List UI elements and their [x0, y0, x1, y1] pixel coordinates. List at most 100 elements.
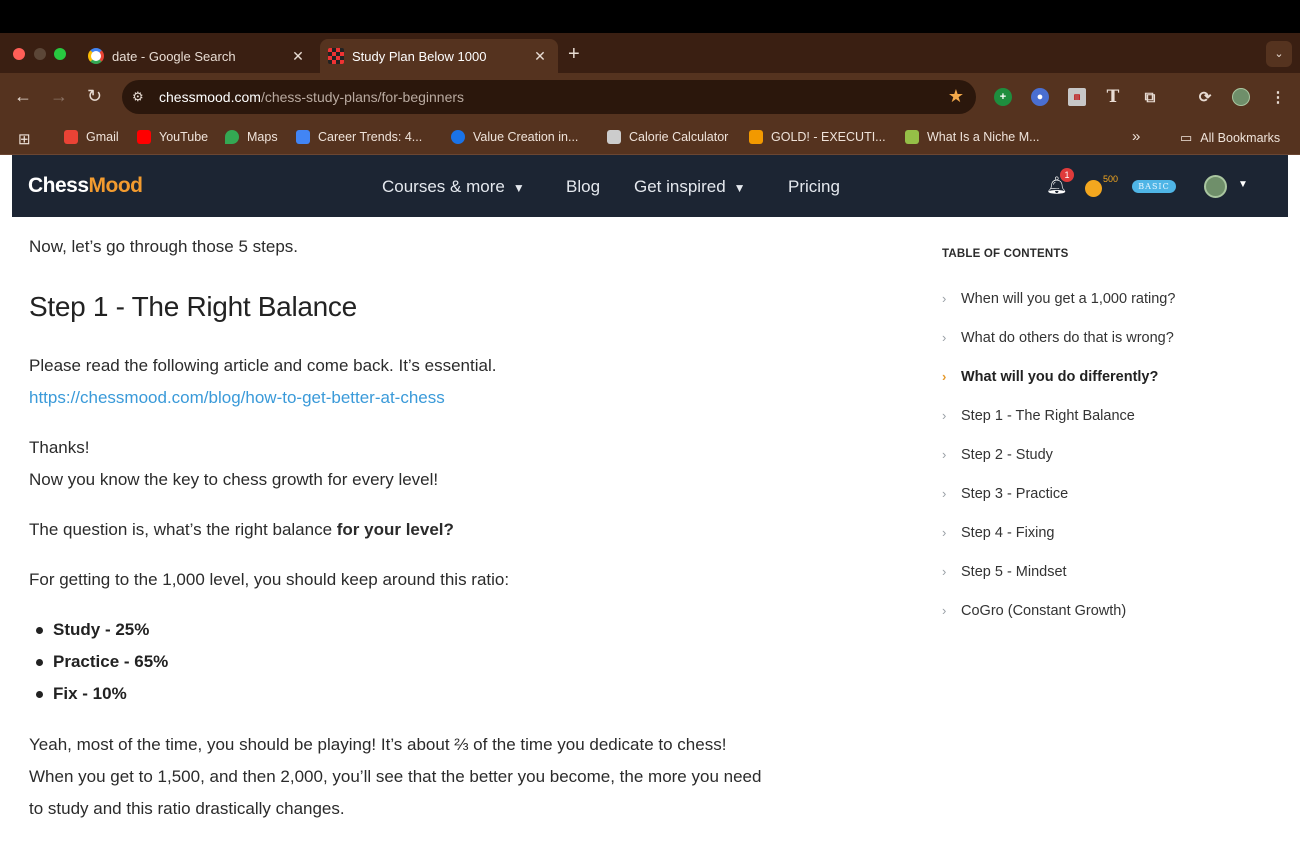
- list-item: Study - 25%: [35, 620, 150, 639]
- section-heading: Step 1 - The Right Balance: [29, 291, 357, 322]
- paragraph: to study and this ratio drastically chan…: [29, 799, 345, 818]
- shopping-bag-icon: [905, 130, 919, 144]
- toc-item-label: When will you get a 1,000 rating?: [961, 291, 1176, 307]
- toc-item[interactable]: › When will you get a 1,000 rating?: [942, 291, 1175, 307]
- chevron-right-icon: ›: [942, 564, 947, 579]
- extension-badge-icon[interactable]: ●: [1031, 88, 1049, 106]
- add-extension-icon[interactable]: +: [994, 88, 1012, 106]
- paragraph: Please read the following article and co…: [29, 356, 497, 375]
- toc-item[interactable]: › Step 4 - Fixing: [942, 525, 1055, 541]
- chevron-right-icon: ›: [942, 408, 947, 423]
- user-avatar[interactable]: [1204, 175, 1227, 198]
- back-arrow-icon[interactable]: ←: [14, 86, 32, 107]
- bookmark-gmail[interactable]: Gmail: [64, 130, 119, 144]
- reload-icon[interactable]: ↻: [87, 86, 102, 107]
- toc-item[interactable]: › Step 1 - The Right Balance: [942, 408, 1135, 424]
- minimize-window-button[interactable]: [34, 48, 46, 60]
- bookmark-youtube[interactable]: YouTube: [137, 130, 208, 144]
- paragraph: When you get to 1,500, and then 2,000, y…: [29, 767, 762, 786]
- tab-study-plan[interactable]: Study Plan Below 1000 ✕: [320, 39, 558, 73]
- toc-item[interactable]: › Step 5 - Mindset: [942, 564, 1067, 580]
- screen-top-bar: [0, 0, 1300, 33]
- text-extension-icon[interactable]: T: [1104, 87, 1122, 107]
- nav-blog[interactable]: Blog: [566, 177, 600, 197]
- paragraph: For getting to the 1,000 level, you shou…: [29, 570, 510, 589]
- paragraph: Thanks!: [29, 438, 90, 457]
- toc-item-label: What will you do differently?: [961, 369, 1159, 385]
- paragraph: Now you know the key to chess growth for…: [29, 470, 439, 489]
- toc-item[interactable]: › What do others do that is wrong?: [942, 330, 1174, 346]
- list-item: Practice - 65%: [35, 652, 169, 671]
- close-tab-icon[interactable]: ✕: [530, 48, 550, 65]
- browser-toolbar: ← → ↻ ⚙ chessmood.com/chess-study-plans/…: [0, 73, 1300, 121]
- close-window-button[interactable]: [13, 48, 25, 60]
- nav-get-inspired[interactable]: Get inspired ▼: [634, 177, 746, 197]
- coin-count: 500: [1103, 174, 1119, 184]
- toc-item[interactable]: › Step 3 - Practice: [942, 486, 1068, 502]
- f-logo-icon: [749, 130, 763, 144]
- paragraph: The question is, what’s the right balanc…: [29, 520, 454, 539]
- site-navbar: ChessMood Courses & more ▼ Blog Get inspi…: [12, 155, 1288, 217]
- chessmood-logo[interactable]: ChessMood: [28, 174, 143, 198]
- play-icon: [451, 130, 465, 144]
- study-extension-icon[interactable]: ▤: [1068, 88, 1086, 106]
- profile-avatar[interactable]: [1232, 88, 1250, 106]
- close-tab-icon[interactable]: ✕: [288, 48, 308, 65]
- chevron-right-icon: ›: [942, 525, 947, 540]
- tab-title: date - Google Search: [112, 48, 236, 64]
- list-item: Fix - 10%: [36, 684, 127, 703]
- tab-title: Study Plan Below 1000: [352, 48, 487, 64]
- url-text[interactable]: chessmood.com/chess-study-plans/for-begi…: [159, 89, 464, 105]
- toc-item-label: Step 2 - Study: [961, 447, 1053, 463]
- bookmark-career-trends[interactable]: Career Trends: 4...: [296, 130, 422, 144]
- bookmark-niche[interactable]: What Is a Niche M...: [905, 130, 1040, 144]
- toc-item[interactable]: › CoGro (Constant Growth): [942, 603, 1126, 619]
- intro-text: Now, let’s go through those 5 steps.: [29, 237, 299, 256]
- nav-pricing[interactable]: Pricing: [788, 177, 840, 197]
- toc-item[interactable]: › What will you do differently?: [942, 369, 1158, 385]
- bold-text: for your level?: [336, 520, 454, 539]
- toc-item-label: CoGro (Constant Growth): [961, 603, 1127, 619]
- chevron-down-icon: ▼: [733, 181, 746, 195]
- article-link[interactable]: https://chessmood.com/blog/how-to-get-be…: [29, 382, 445, 414]
- bookmark-value-creation[interactable]: Value Creation in...: [451, 130, 578, 144]
- apps-grid-icon[interactable]: ⊞: [18, 130, 31, 148]
- tab-google-search[interactable]: date - Google Search ✕: [80, 39, 316, 73]
- document-icon: [296, 130, 310, 144]
- chevron-right-icon: ›: [942, 330, 947, 345]
- calculator-icon: [607, 130, 621, 144]
- chevron-right-icon: ›: [942, 486, 947, 501]
- youtube-icon: [137, 130, 151, 144]
- bookmarks-overflow-icon[interactable]: »: [1132, 128, 1140, 145]
- new-tab-icon[interactable]: +: [568, 43, 580, 66]
- chevron-right-icon: ›: [942, 447, 947, 462]
- nav-courses[interactable]: Courses & more ▼: [382, 177, 525, 197]
- chevron-right-icon: ›: [942, 291, 947, 306]
- coin-icon[interactable]: [1085, 180, 1102, 197]
- tab-strip: date - Google Search ✕ Study Plan Below …: [0, 33, 1300, 73]
- toc-item[interactable]: › Step 2 - Study: [942, 447, 1053, 463]
- forward-arrow-icon[interactable]: →: [50, 86, 68, 107]
- performance-icon[interactable]: ⟳: [1196, 88, 1214, 106]
- maximize-window-button[interactable]: [54, 48, 66, 60]
- site-info-icon[interactable]: ⚙: [132, 89, 144, 105]
- paragraph: Yeah, most of the time, you should be pl…: [29, 735, 727, 754]
- bookmark-calorie-calculator[interactable]: Calorie Calculator: [607, 130, 728, 144]
- bookmark-star-icon[interactable]: ★: [948, 86, 964, 107]
- plan-badge[interactable]: BASIC: [1132, 180, 1176, 193]
- bookmark-gold-executive[interactable]: GOLD! - EXECUTI...: [749, 130, 886, 144]
- chessboard-icon: [328, 48, 344, 64]
- google-icon: [88, 48, 104, 64]
- extensions-puzzle-icon[interactable]: ⧉: [1141, 88, 1159, 106]
- tab-search-icon[interactable]: ⌄: [1266, 41, 1292, 67]
- caret-down-icon[interactable]: ▼: [1238, 179, 1248, 190]
- maps-pin-icon: [225, 130, 239, 144]
- address-bar[interactable]: ⚙ chessmood.com/chess-study-plans/for-be…: [122, 80, 976, 114]
- toc-item-label: Step 4 - Fixing: [961, 525, 1055, 541]
- browser-menu-icon[interactable]: ⋮: [1269, 88, 1287, 106]
- bookmark-maps[interactable]: Maps: [225, 130, 278, 144]
- chevron-right-icon: ›: [942, 603, 947, 618]
- gmail-icon: [64, 130, 78, 144]
- notification-count-badge: 1: [1060, 168, 1074, 182]
- all-bookmarks-folder[interactable]: ▭ All Bookmarks: [1180, 130, 1280, 146]
